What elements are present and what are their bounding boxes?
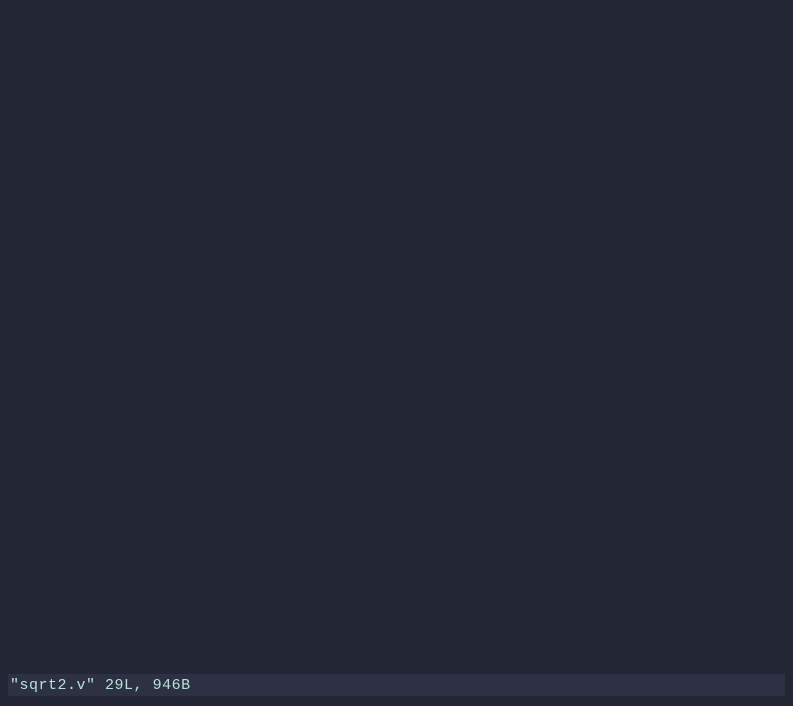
status-separator: [96, 677, 106, 694]
editor-area[interactable]: [0, 0, 793, 676]
status-lines: 29L: [105, 677, 134, 694]
status-bytes: 946B: [153, 677, 191, 694]
status-separator-2: ,: [134, 677, 153, 694]
status-bar: "sqrt2.v" 29L, 946B: [8, 674, 785, 696]
status-filename: "sqrt2.v": [10, 677, 96, 694]
